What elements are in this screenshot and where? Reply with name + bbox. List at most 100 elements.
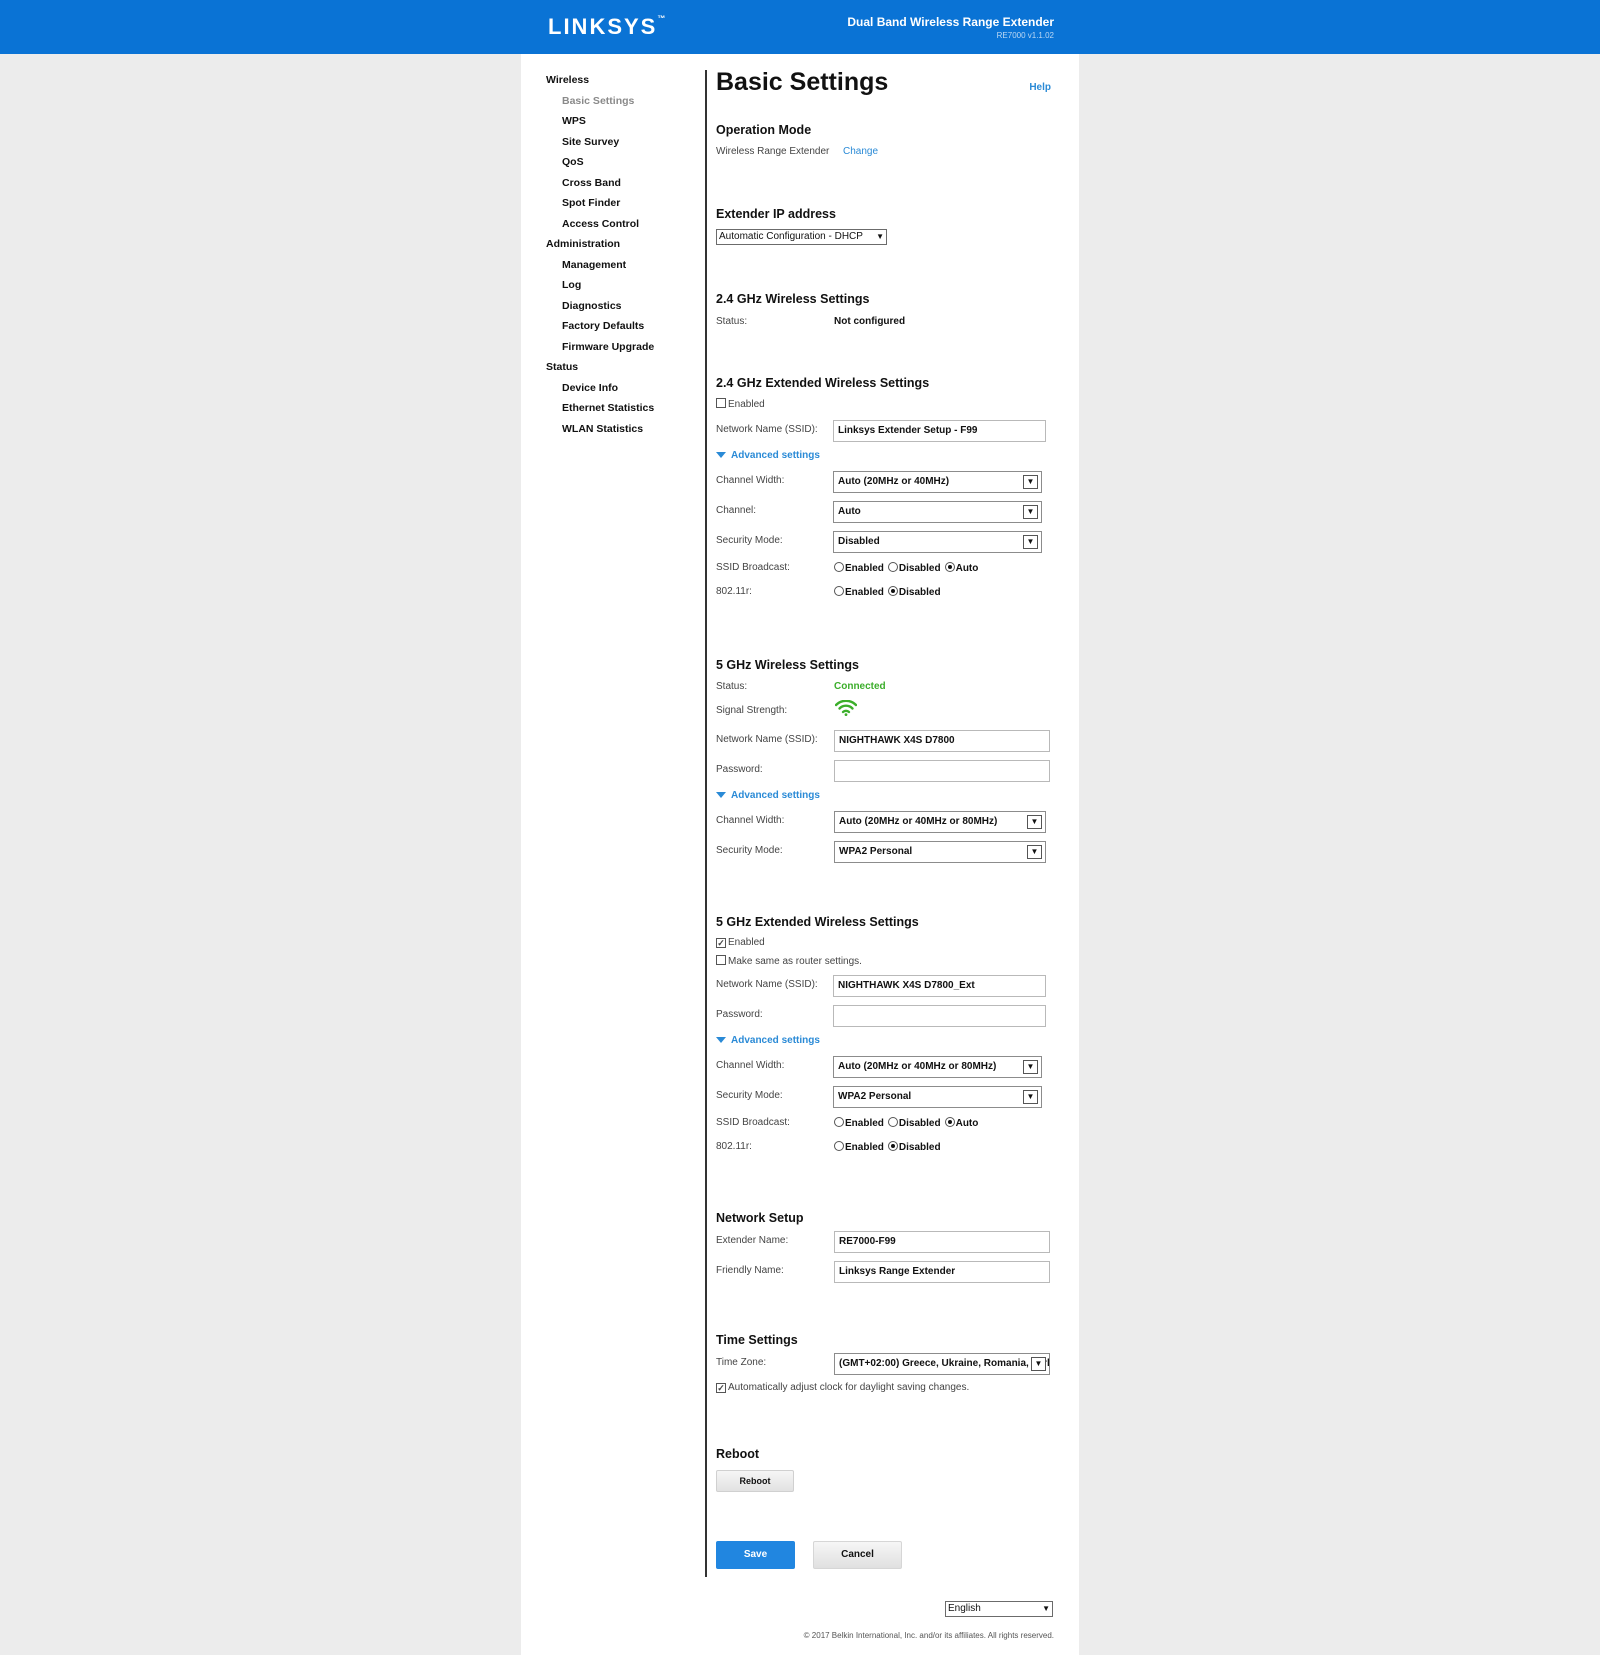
sidebar-item-diagnostics[interactable]: Diagnostics — [546, 296, 706, 317]
ext24-enabled-checkbox[interactable]: Enabled — [716, 398, 765, 410]
ext24-security-select[interactable]: Disabled ▼ — [833, 531, 1042, 553]
radio-option-enabled[interactable]: Enabled — [834, 1141, 884, 1153]
radio-icon — [834, 562, 844, 572]
sidebar-group-wireless[interactable]: Wireless — [546, 70, 706, 91]
sidebar-item-basic-settings[interactable]: Basic Settings — [546, 91, 706, 112]
radio-label: Disabled — [898, 587, 941, 598]
checkbox-icon: ✓ — [716, 938, 726, 948]
ext5-advanced-toggle[interactable]: Advanced settings — [716, 1035, 820, 1046]
ext24-channel-width-select[interactable]: Auto (20MHz or 40MHz) ▼ — [833, 471, 1042, 493]
radio-icon — [834, 1141, 844, 1151]
chevron-down-icon: ▼ — [1027, 815, 1042, 829]
timezone-select[interactable]: (GMT+02:00) Greece, Ukraine, Romania, Tu… — [834, 1353, 1050, 1375]
page-title: Basic Settings — [716, 68, 889, 96]
radio-option-disabled[interactable]: Disabled — [887, 1117, 941, 1129]
radio-option-enabled[interactable]: Enabled — [834, 586, 884, 598]
chevron-down-icon: ▼ — [1023, 475, 1038, 489]
cancel-button[interactable]: Cancel — [813, 1541, 902, 1569]
change-mode-link[interactable]: Change — [843, 146, 878, 157]
ext24-ssid-input[interactable]: Linksys Extender Setup - F99 — [833, 420, 1046, 442]
sidebar-item-wlan-statistics[interactable]: WLAN Statistics — [546, 419, 706, 440]
radio-option-enabled[interactable]: Enabled — [834, 562, 884, 574]
timezone-value: (GMT+02:00) Greece, Ukraine, Romania, Tu… — [839, 1358, 1049, 1369]
ext24-security-label: Security Mode: — [716, 535, 783, 546]
ext5-channel-width-select[interactable]: Auto (20MHz or 40MHz or 80MHz) ▼ — [833, 1056, 1042, 1078]
ext5-advanced-label: Advanced settings — [731, 1035, 820, 1046]
ext5-same-settings-checkbox[interactable]: Make same as router settings. — [716, 955, 862, 967]
wifi5-advanced-toggle[interactable]: Advanced settings — [716, 790, 820, 801]
sidebar-item-management[interactable]: Management — [546, 255, 706, 276]
radio-option-disabled[interactable]: Disabled — [887, 1141, 941, 1153]
radio-option-auto[interactable]: Auto — [944, 1117, 978, 1129]
help-link[interactable]: Help — [1029, 82, 1051, 93]
ext5-security-select[interactable]: WPA2 Personal ▼ — [833, 1086, 1042, 1108]
ext5-heading: 5 GHz Extended Wireless Settings — [716, 915, 919, 929]
save-button[interactable]: Save — [716, 1541, 795, 1569]
wifi24-status-value: Not configured — [834, 316, 906, 327]
sidebar-item-site-survey[interactable]: Site Survey — [546, 132, 706, 153]
dst-checkbox[interactable]: ✓ Automatically adjust clock for daylight… — [716, 1382, 969, 1393]
sidebar-group-status[interactable]: Status — [546, 357, 706, 378]
chevron-down-icon: ▼ — [1023, 505, 1038, 519]
sidebar-nav: Wireless Basic Settings WPS Site Survey QoS C… — [546, 70, 706, 439]
sidebar-item-device-info[interactable]: Device Info — [546, 378, 706, 399]
wifi5-channel-width-select[interactable]: Auto (20MHz or 40MHz or 80MHz) ▼ — [834, 811, 1046, 833]
wifi5-heading: 5 GHz Wireless Settings — [716, 658, 859, 672]
ext5-security-label: Security Mode: — [716, 1090, 783, 1101]
ext5-ssid-input[interactable]: NIGHTHAWK X4S D7800_Ext — [833, 975, 1046, 997]
radio-label: Enabled — [845, 563, 884, 574]
ext24-ssid-broadcast-radios: Enabled Disabled Auto — [834, 562, 982, 574]
chevron-down-icon: ▼ — [876, 232, 884, 241]
sidebar-item-access-control[interactable]: Access Control — [546, 214, 706, 235]
chevron-down-icon: ▼ — [1042, 1604, 1050, 1613]
radio-icon — [944, 562, 955, 572]
ext24-advanced-toggle[interactable]: Advanced settings — [716, 450, 820, 461]
reboot-button[interactable]: Reboot — [716, 1470, 794, 1492]
ext5-enabled-label: Enabled — [728, 937, 765, 948]
logo-text: LINKSYS — [548, 14, 658, 39]
ext24-ssid-broadcast-label: SSID Broadcast: — [716, 562, 790, 573]
sidebar-item-qos[interactable]: QoS — [546, 152, 706, 173]
wifi5-security-select[interactable]: WPA2 Personal ▼ — [834, 841, 1046, 863]
extender-name-input[interactable]: RE7000-F99 — [834, 1231, 1050, 1253]
radio-option-disabled[interactable]: Disabled — [887, 586, 941, 598]
wifi24-heading: 2.4 GHz Wireless Settings — [716, 292, 870, 306]
ext24-advanced-label: Advanced settings — [731, 450, 820, 461]
radio-icon — [887, 1141, 898, 1151]
linksys-logo[interactable]: LINKSYS™ — [548, 14, 665, 40]
checkbox-icon — [716, 955, 726, 965]
wifi5-ssid-input[interactable]: NIGHTHAWK X4S D7800 — [834, 730, 1050, 752]
settings-content: Basic Settings Help Operation Mode Wirel… — [716, 54, 1056, 1594]
chevron-down-icon: ▼ — [1023, 535, 1038, 549]
sidebar-item-factory-defaults[interactable]: Factory Defaults — [546, 316, 706, 337]
radio-option-disabled[interactable]: Disabled — [887, 562, 941, 574]
radio-icon — [834, 1117, 844, 1127]
wifi5-advanced-label: Advanced settings — [731, 790, 820, 801]
ext24-channel-select[interactable]: Auto ▼ — [833, 501, 1042, 523]
extender-ip-select[interactable]: Automatic Configuration - DHCP ▼ — [716, 229, 887, 245]
wifi5-status-value: Connected — [834, 681, 886, 692]
friendly-name-input[interactable]: Linksys Range Extender — [834, 1261, 1050, 1283]
radio-option-enabled[interactable]: Enabled — [834, 1117, 884, 1129]
sidebar-item-ethernet-statistics[interactable]: Ethernet Statistics — [546, 398, 706, 419]
ext5-password-input[interactable] — [833, 1005, 1046, 1027]
ext5-enabled-checkbox[interactable]: ✓ Enabled — [716, 937, 765, 948]
ext24-channel-label: Channel: — [716, 505, 757, 516]
radio-option-auto[interactable]: Auto — [944, 562, 978, 574]
wifi5-password-label: Password: — [716, 764, 763, 775]
radio-label: Disabled — [898, 1118, 941, 1129]
sidebar-item-firmware-upgrade[interactable]: Firmware Upgrade — [546, 337, 706, 358]
ext5-ssid-broadcast-radios: Enabled Disabled Auto — [834, 1117, 982, 1129]
ext5-channel-width-value: Auto (20MHz or 40MHz or 80MHz) — [838, 1061, 997, 1072]
time-settings-heading: Time Settings — [716, 1333, 798, 1347]
sidebar-item-spot-finder[interactable]: Spot Finder — [546, 193, 706, 214]
sidebar-item-wps[interactable]: WPS — [546, 111, 706, 132]
wifi5-password-input[interactable] — [834, 760, 1050, 782]
ext24-heading: 2.4 GHz Extended Wireless Settings — [716, 376, 930, 390]
ext5-security-value: WPA2 Personal — [838, 1091, 912, 1102]
chevron-down-icon: ▼ — [1031, 1357, 1046, 1371]
language-select[interactable]: English ▼ — [945, 1601, 1053, 1617]
sidebar-group-administration[interactable]: Administration — [546, 234, 706, 255]
sidebar-item-cross-band[interactable]: Cross Band — [546, 173, 706, 194]
sidebar-item-log[interactable]: Log — [546, 275, 706, 296]
